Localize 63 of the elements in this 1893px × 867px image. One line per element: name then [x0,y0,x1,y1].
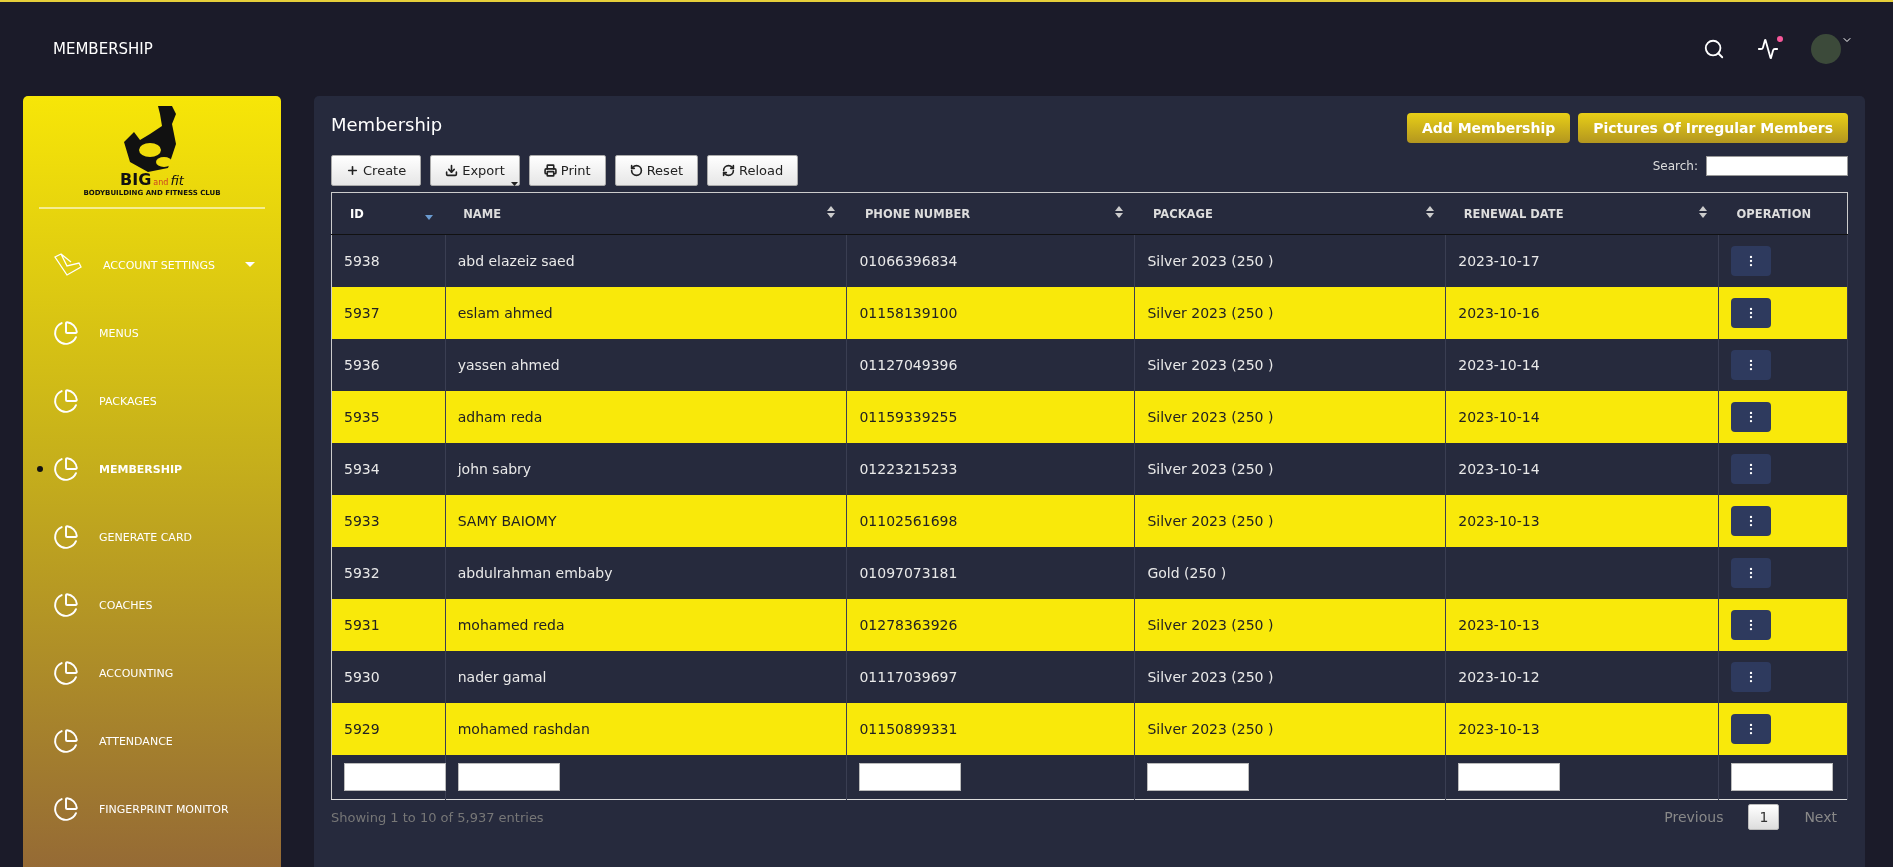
column-header[interactable]: RENEWAL DATE [1445,192,1719,235]
filter-field[interactable] [457,763,560,791]
undo-icon [629,164,643,177]
logo-text: and [153,178,169,187]
toolbar-button[interactable]: Export [430,155,520,186]
sidebar-item[interactable]: GENERATE CARD [23,503,281,571]
more-options-button[interactable] [1731,298,1772,328]
pie-chart-icon [53,524,79,550]
search-field[interactable] [1706,156,1848,176]
entries-info: Showing 1 to 10 of 5,937 entries [331,809,544,825]
print-icon [543,164,557,177]
plus-icon [346,164,359,177]
page-title: MEMBERSHIP [53,40,154,58]
refresh-icon [722,164,735,177]
pie-chart-icon [53,728,79,754]
filter-field[interactable] [1147,763,1250,791]
caret-icon [510,182,518,186]
pie-chart-icon [53,388,79,414]
search-icon[interactable] [1703,38,1725,60]
sort-descending-icon [425,215,434,220]
sidebar-item[interactable]: ACCOUNTING [23,639,281,707]
filter-field[interactable] [859,763,962,791]
sort-icon [1425,206,1434,218]
toolbar-button[interactable]: Reload [707,155,799,186]
column-header[interactable]: OPERATION [1718,192,1848,235]
layers-icon [53,253,83,277]
sort-icon [826,206,835,218]
column-header[interactable]: ID [331,192,446,235]
pie-chart-icon [53,456,79,482]
sidebar-item[interactable]: COACHES [23,571,281,639]
column-header[interactable]: PACKAGE [1134,192,1446,235]
logo-text: fit [170,173,184,188]
panel-title: Membership [331,114,443,135]
filter-field[interactable] [1458,763,1561,791]
more-options-button[interactable] [1731,402,1772,432]
toolbar-button[interactable]: Print [528,155,606,186]
more-options-button[interactable] [1731,506,1772,536]
user-menu[interactable] [1811,34,1853,64]
toolbar-button[interactable]: Reset [614,155,698,186]
caret-icon [245,262,255,268]
toolbar-button[interactable]: Create [331,155,422,186]
more-options-button[interactable] [1731,714,1772,744]
sort-icon [1114,206,1123,218]
sidebar-item[interactable]: MEMBERSHIP [23,435,281,503]
pagination-link[interactable]: Previous [1653,804,1735,830]
pie-chart-icon [53,660,79,686]
column-header[interactable]: PHONE NUMBER [846,192,1135,235]
pagination-link[interactable]: Next [1793,804,1848,830]
sidebar-item[interactable]: FINGERPRINT MONITOR [23,775,281,843]
sidebar-item[interactable]: ATTENDANCE [23,707,281,775]
action-button[interactable]: Add Membership [1406,113,1571,143]
filter-field[interactable] [1731,763,1834,791]
pagination-link[interactable]: 1 [1748,804,1780,830]
download-icon [445,164,459,177]
filter-field[interactable] [344,763,446,791]
column-header[interactable]: NAME [445,192,847,235]
search-label: Search: [1652,156,1848,176]
pie-chart-icon [53,796,79,822]
logo-text: BIG [120,170,152,189]
pie-chart-icon [53,592,79,618]
sort-icon [1698,206,1707,218]
more-options-button[interactable] [1731,610,1772,640]
pie-chart-icon [53,320,79,346]
